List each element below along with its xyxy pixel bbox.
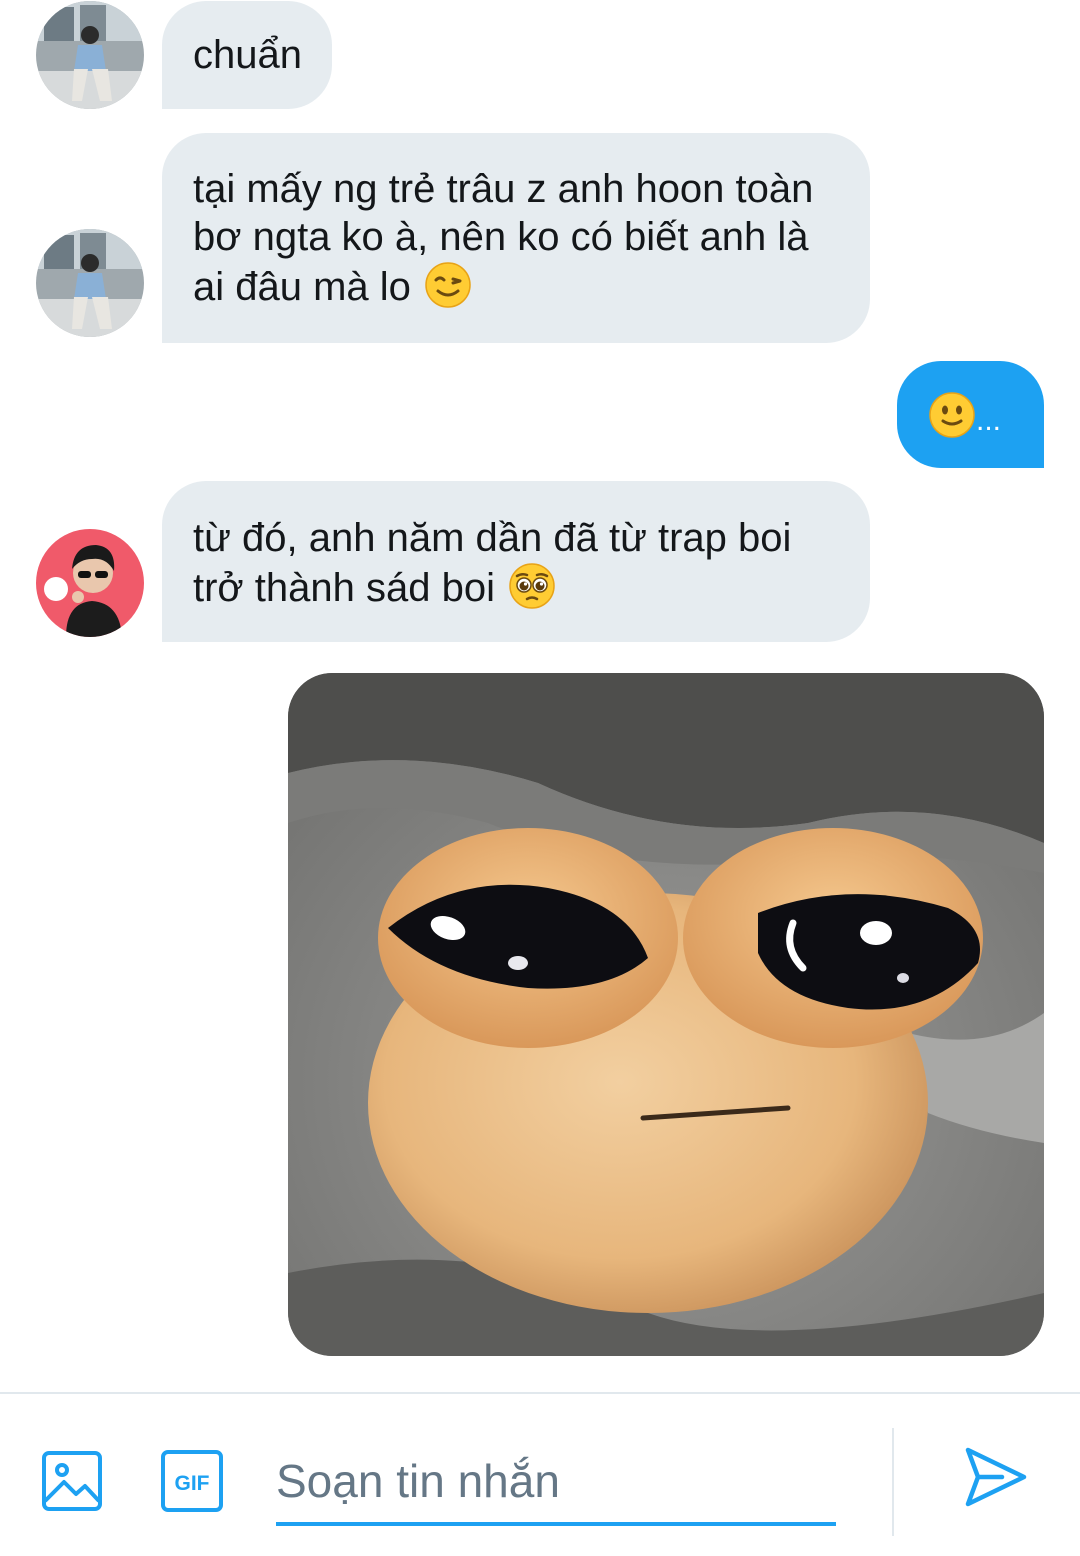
gif-label: GIF [175, 1472, 210, 1495]
message-input[interactable] [276, 1444, 836, 1526]
send-button[interactable] [962, 1444, 1028, 1510]
message-line: trở thành sád boi [193, 566, 495, 610]
sender-avatar[interactable] [36, 1, 144, 109]
incoming-message-bubble[interactable]: từ đó, anh năm dần đã từ trap boi trở th… [162, 481, 870, 642]
outgoing-image-message[interactable] [288, 673, 1044, 1356]
composer-divider [892, 1428, 894, 1536]
image-icon [42, 1451, 102, 1511]
message-composer: GIF [0, 1392, 1080, 1556]
add-photo-button[interactable] [40, 1449, 104, 1513]
slightly-smiling-face-icon [928, 391, 976, 439]
winking-face-icon [424, 261, 472, 309]
add-gif-button[interactable]: GIF [160, 1449, 224, 1513]
sender-avatar[interactable] [36, 529, 144, 637]
avatar-man-sitting-image [36, 1, 144, 109]
message-thread[interactable]: chuẩn tại mấy ng trẻ trâu z anh hoon toà… [0, 0, 1080, 1392]
gif-icon: GIF [161, 1450, 223, 1512]
sender-avatar[interactable] [36, 229, 144, 337]
avatar-man-sunglasses-image [36, 529, 144, 637]
message-text: chuẩn [193, 33, 302, 77]
message-line: ai đâu mà lo [193, 265, 411, 309]
incoming-message-bubble[interactable]: chuẩn [162, 1, 332, 109]
send-icon [965, 1447, 1027, 1507]
message-line: bơ ngta ko à, nên ko có biết anh là [193, 215, 809, 259]
sad-plush-frog-photo [288, 673, 1044, 1356]
message-line: tại mấy ng trẻ trâu z anh hoon toàn [193, 167, 814, 211]
incoming-message-bubble[interactable]: tại mấy ng trẻ trâu z anh hoon toàn bơ n… [162, 133, 870, 343]
outgoing-message-bubble[interactable]: ... [897, 361, 1044, 468]
pleading-face-icon [508, 562, 556, 610]
avatar-man-sitting-image [36, 229, 144, 337]
message-line: từ đó, anh năm dần đã từ trap boi [193, 516, 792, 560]
message-text: ... [976, 404, 1002, 437]
